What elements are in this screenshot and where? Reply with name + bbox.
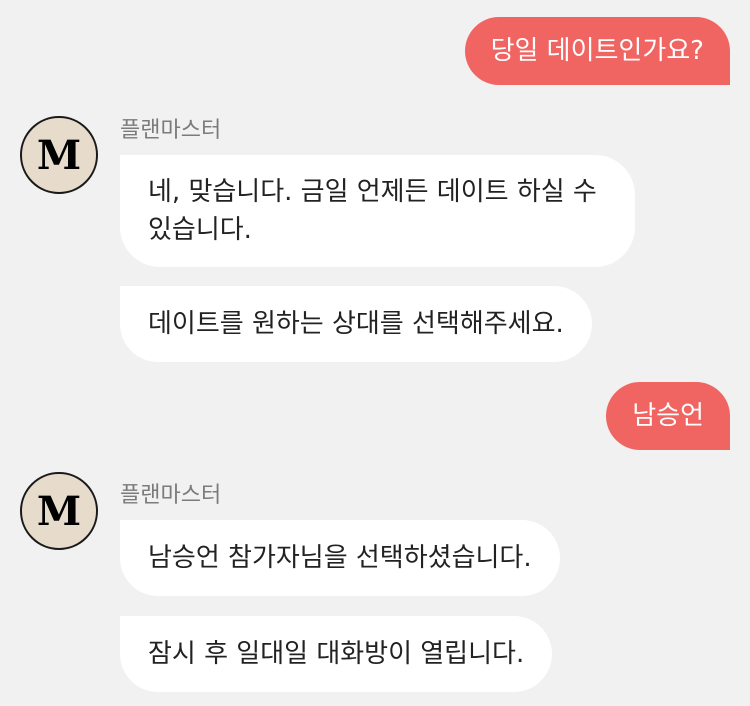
bot-avatar[interactable]: M [20,472,98,550]
bot-message-bubble: 네, 맞습니다. 금일 언제든 데이트 하실 수 있습니다. [120,155,635,267]
bot-sender-name: 플랜마스터 [120,483,222,508]
bot-message-bubble: 잠시 후 일대일 대화방이 열립니다. [120,616,553,692]
bot-message-bubble: 남승언 참가자님을 선택하셨습니다. [120,520,560,596]
bot-message-bubble: 데이트를 원하는 상대를 선택해주세요. [120,286,592,362]
user-message-bubble: 남승언 [606,382,730,450]
user-message-bubble: 당일 데이트인가요? [464,17,730,85]
bot-avatar[interactable]: M [20,116,98,194]
bot-sender-name: 플랜마스터 [120,118,222,143]
